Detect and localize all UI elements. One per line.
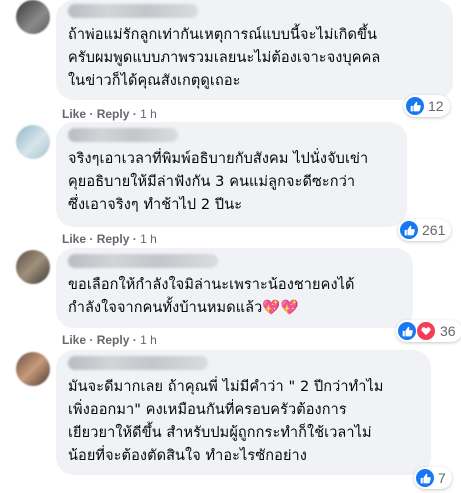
comment-text: ขอเลือกให้กำลังใจมิล่านะเพราะน้องชายคงได… <box>68 277 355 316</box>
separator-dot: · <box>89 333 97 347</box>
separator-dot: · <box>132 107 141 121</box>
thumbs-up-icon <box>406 97 424 115</box>
separator-dot: · <box>132 333 141 347</box>
reaction-summary[interactable]: 7 <box>414 467 452 489</box>
like-link[interactable]: Like <box>62 232 86 246</box>
commenter-name[interactable] <box>68 254 218 268</box>
reaction-summary[interactable]: 261 <box>398 219 452 241</box>
avatar[interactable] <box>16 125 50 159</box>
comment-bubble: ถ้าพ่อแม่รักลูกเท่ากันเหตุการณ์แบบนี้จะไ… <box>56 0 453 100</box>
separator-dot: · <box>132 232 141 246</box>
timestamp[interactable]: 1 h <box>140 333 157 347</box>
commenter-name[interactable] <box>68 128 178 142</box>
comment-text: ถ้าพ่อแม่รักลูกเท่ากันเหตุการณ์แบบนี้จะไ… <box>68 27 381 89</box>
comment-actions: Like · Reply · 1 h <box>62 333 157 347</box>
like-link[interactable]: Like <box>62 333 86 347</box>
comment-bubble: จริงๆเอาเวลาที่พิมพ์อธิบายกับสังคม ไปนั่… <box>56 122 407 227</box>
reaction-summary[interactable]: 36 <box>396 320 461 342</box>
like-link[interactable]: Like <box>62 107 86 121</box>
commenter-name[interactable] <box>68 4 198 18</box>
comment-text: มันจะดีมากเลย ถ้าคุณพี่ ไม่มีคำว่า " 2 ป… <box>68 379 384 464</box>
commenter-name[interactable] <box>68 356 208 370</box>
separator-dot: · <box>89 232 97 246</box>
reply-link[interactable]: Reply <box>97 232 130 246</box>
comment-bubble: ขอเลือกให้กำลังใจมิล่านะเพราะน้องชายคงได… <box>56 248 413 328</box>
timestamp[interactable]: 1 h <box>140 232 157 246</box>
avatar[interactable] <box>16 250 50 284</box>
reply-link[interactable]: Reply <box>97 107 130 121</box>
reaction-count: 36 <box>440 323 456 339</box>
reaction-count: 7 <box>438 470 446 486</box>
comment-actions: Like · Reply · 1 h <box>62 107 157 121</box>
heart-icon <box>416 321 436 341</box>
reaction-count: 12 <box>428 98 444 114</box>
comment-actions: Like · Reply · 1 h <box>62 232 157 246</box>
reply-link[interactable]: Reply <box>97 333 130 347</box>
separator-dot: · <box>89 107 97 121</box>
reaction-count: 261 <box>422 222 446 238</box>
avatar[interactable] <box>16 352 50 386</box>
timestamp[interactable]: 1 h <box>140 107 157 121</box>
thumbs-up-icon <box>416 469 434 487</box>
thumbs-up-icon <box>400 221 418 239</box>
avatar[interactable] <box>16 0 50 34</box>
thumbs-up-icon <box>398 322 416 340</box>
comment-text: จริงๆเอาเวลาที่พิมพ์อธิบายกับสังคม ไปนั่… <box>68 151 369 213</box>
reaction-summary[interactable]: 12 <box>404 95 450 117</box>
comment-bubble: มันจะดีมากเลย ถ้าคุณพี่ ไม่มีคำว่า " 2 ป… <box>56 350 431 475</box>
